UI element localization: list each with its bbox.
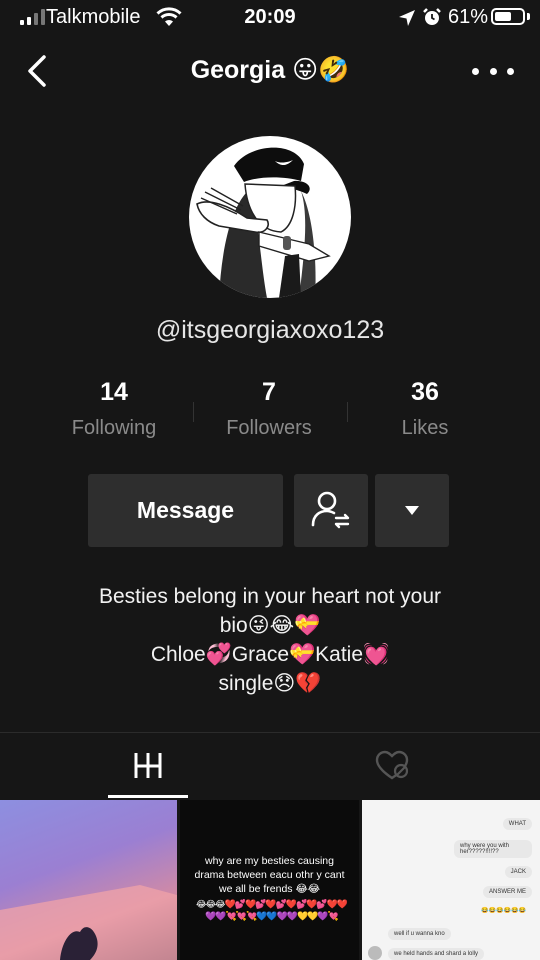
stat-following[interactable]: 14 Following xyxy=(34,378,194,440)
chat-emoji: 😂😂😂😂😂😂 xyxy=(481,908,526,914)
battery-fill xyxy=(495,12,511,21)
profile-bio: Besties belong in your heart not your bi… xyxy=(40,582,500,698)
chat-bubble: we held hands and shard a lolly xyxy=(388,948,485,960)
video-thumbnail[interactable]: WHAT why were you with her?????!!!!?? JA… xyxy=(362,800,540,960)
battery-percent: 61% xyxy=(448,6,489,28)
stat-likes: 36 Likes xyxy=(345,378,505,440)
wifi-icon xyxy=(156,7,182,26)
video-emoji-rows: 😂😂😂❤️💕❤️💕❤️💕❤️💕❤️💕❤️❤️ 💜💜💘💘💘💙💙💜💜💛💛💜💘 xyxy=(195,899,348,921)
more-dot xyxy=(507,67,514,75)
dropdown-button[interactable] xyxy=(375,474,449,547)
grid-icon xyxy=(134,753,162,778)
more-dot xyxy=(489,67,497,75)
followers-label: Followers xyxy=(226,417,312,439)
tab-liked[interactable] xyxy=(352,740,432,798)
chat-bubble: ANSWER ME xyxy=(482,886,532,898)
message-button[interactable]: Message xyxy=(88,474,283,547)
chat-bubble: well if u wanna kno xyxy=(388,928,451,940)
page-title: Georgia 😛🤣 xyxy=(190,56,350,84)
video-caption: why are my besties causing drama between… xyxy=(194,855,345,895)
battery-icon xyxy=(491,8,525,25)
chat-bubble: why were you with her?????!!!!?? xyxy=(454,840,532,858)
carrier-name: Talkmobile xyxy=(46,6,141,28)
following-label: Following xyxy=(71,417,157,439)
chat-bubble: JACK xyxy=(504,866,532,878)
video-thumbnail[interactable]: why are my besties causing drama between… xyxy=(180,800,359,960)
avatar[interactable] xyxy=(189,136,351,298)
battery-tip xyxy=(527,13,530,20)
chat-bubble: WHAT xyxy=(502,818,532,830)
likes-label: Likes xyxy=(401,417,449,439)
caret-down-icon xyxy=(405,506,419,515)
signal-icon xyxy=(20,9,45,25)
bio-line: bio😜😂💝 xyxy=(219,614,321,637)
avatar-drawing xyxy=(196,147,331,298)
status-bar: Talkmobile 20:09 61% xyxy=(0,0,540,36)
bio-line: Chloe💞Grace💝Katie💓 xyxy=(150,643,390,666)
active-tab-underline xyxy=(108,795,188,798)
profile-handle: @itsgeorgiaxoxo123 xyxy=(155,316,385,344)
location-arrow-icon xyxy=(399,10,415,26)
more-dots-icon xyxy=(472,67,479,75)
likes-count: 36 xyxy=(411,378,439,406)
video-thumbnail[interactable] xyxy=(0,800,177,960)
user-swap-icon xyxy=(311,491,350,529)
tabs-divider xyxy=(0,732,540,733)
followers-count: 7 xyxy=(262,378,276,406)
chat-avatar xyxy=(368,946,382,960)
bio-line: single😞💔 xyxy=(218,672,322,695)
liked-heart-icon xyxy=(375,750,409,780)
alarm-clock-icon xyxy=(423,8,441,25)
more-options-button[interactable] xyxy=(472,58,514,84)
following-count: 14 xyxy=(100,378,128,406)
thumbnail-image xyxy=(0,885,177,960)
bio-line: Besties belong in your heart not your xyxy=(98,585,442,608)
stat-followers[interactable]: 7 Followers xyxy=(189,378,349,440)
tab-videos[interactable] xyxy=(108,740,188,798)
follow-status-button[interactable] xyxy=(294,474,368,547)
